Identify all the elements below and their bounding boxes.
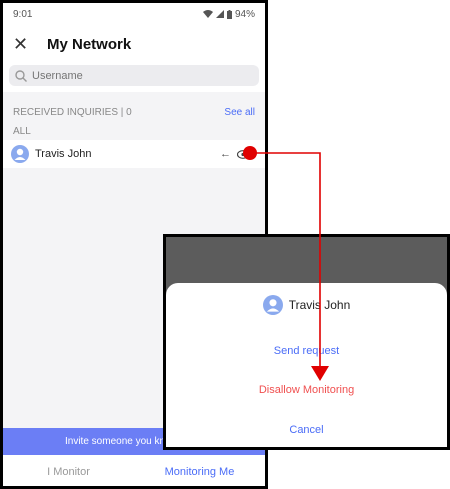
received-inquiries-header: RECEIVED INQUIRIES | 0 See all (3, 92, 265, 122)
close-icon[interactable]: ✕ (13, 34, 39, 55)
status-time: 9:01 (13, 8, 33, 20)
tab-monitoring-me[interactable]: Monitoring Me (134, 466, 265, 478)
cancel-button[interactable]: Cancel (166, 424, 447, 436)
sheet-user-name: Travis John (288, 298, 351, 312)
send-request-button[interactable]: Send request (166, 345, 447, 357)
battery-level: 94% (234, 8, 255, 20)
search-input[interactable] (32, 69, 232, 82)
action-sheet: Travis John Send request Disallow Monito… (166, 283, 447, 447)
received-inquiries-label: RECEIVED INQUIRIES | 0 (13, 107, 132, 118)
invite-label: Invite someone you kno (65, 436, 171, 447)
header: ✕ My Network (3, 25, 265, 63)
status-bar: 9:01 94% (3, 3, 265, 25)
contact-name: Travis John (35, 148, 92, 160)
action-sheet-zoom: Travis John Send request Disallow Monito… (163, 234, 450, 450)
contact-actions: ← (220, 148, 249, 160)
status-indicators: 94% (202, 8, 255, 20)
arrow-left-icon: ← (220, 148, 231, 160)
sheet-user: Travis John (166, 295, 447, 315)
disallow-monitoring-button[interactable]: Disallow Monitoring (166, 384, 447, 396)
see-all-link[interactable]: See all (224, 107, 255, 118)
all-section-label: ALL (13, 126, 31, 137)
bottom-tabs: I Monitor Monitoring Me (3, 455, 265, 486)
contact-info: Travis John (11, 145, 91, 163)
battery-icon (226, 9, 232, 19)
page-title: My Network (47, 35, 132, 53)
tab-i-monitor[interactable]: I Monitor (3, 466, 134, 478)
search-icon (15, 69, 27, 82)
avatar (11, 145, 29, 163)
wifi-icon (202, 10, 213, 18)
signal-icon (215, 10, 224, 18)
search-box[interactable] (9, 65, 259, 86)
search-container (3, 63, 265, 92)
avatar (262, 295, 283, 315)
list-item[interactable]: Travis John ← (3, 140, 265, 168)
eye-icon[interactable] (237, 149, 249, 159)
